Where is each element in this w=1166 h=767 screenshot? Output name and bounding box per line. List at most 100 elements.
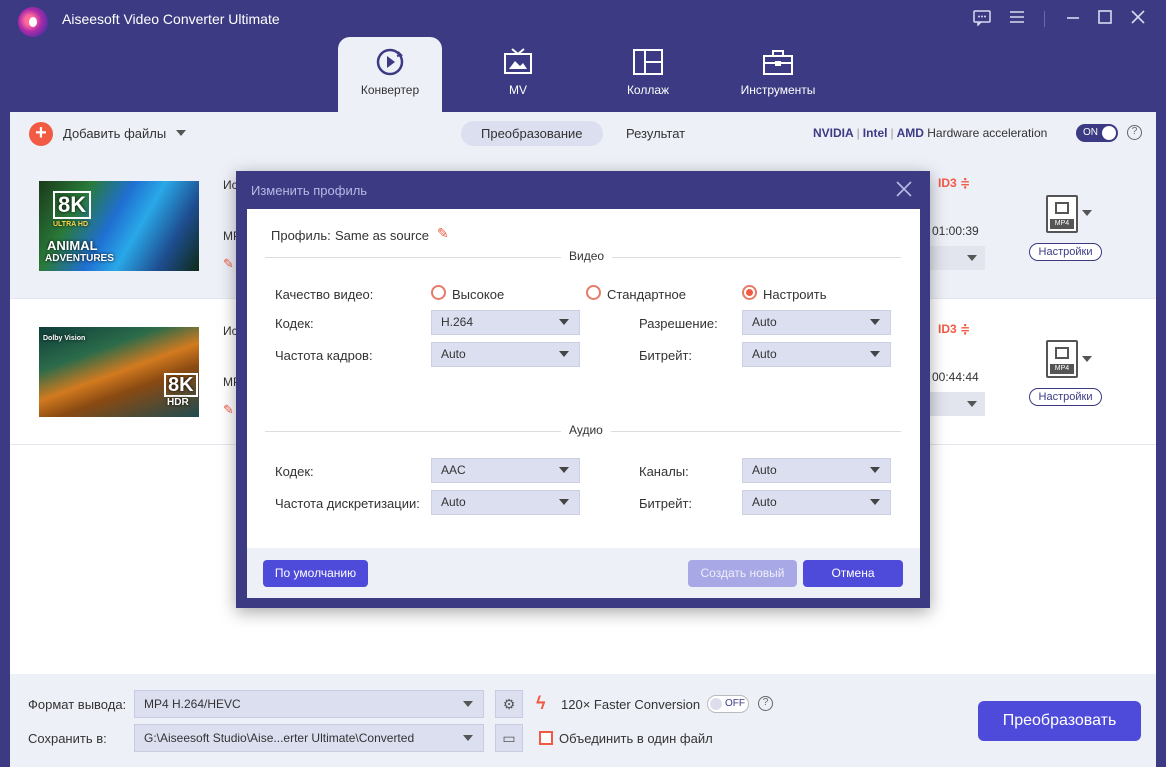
quality-custom-radio[interactable]	[742, 285, 757, 300]
resolution-select[interactable]: Auto	[742, 310, 891, 335]
convert-all-button[interactable]: Преобразовать	[978, 701, 1141, 741]
minimize-icon[interactable]	[1063, 10, 1083, 28]
chevron-down-icon	[870, 319, 880, 325]
output-format-value: MP4 H.264/HEVC	[144, 697, 241, 711]
toolbox-icon	[762, 47, 794, 77]
chevron-down-icon	[559, 319, 569, 325]
audio-bitrate-select[interactable]: Auto	[742, 490, 891, 515]
app-title: Aiseesoft Video Converter Ultimate	[62, 11, 280, 27]
save-path-value: G:\Aiseesoft Studio\Aise...erter Ultimat…	[144, 731, 415, 745]
video-bitrate-select[interactable]: Auto	[742, 342, 891, 367]
output-dropdown[interactable]	[930, 392, 985, 416]
quality-high-radio[interactable]	[431, 285, 446, 300]
quality-standard-radio[interactable]	[586, 285, 601, 300]
tab-label: Инструменты	[740, 83, 816, 97]
resolution-label: Разрешение:	[639, 316, 718, 331]
audio-section-divider: Аудио	[265, 423, 901, 439]
faster-conversion-toggle[interactable]: OFF	[707, 695, 749, 713]
faster-conversion-label: 120× Faster Conversion	[561, 697, 701, 712]
channels-select[interactable]: Auto	[742, 458, 891, 483]
profile-value: Same as source	[335, 228, 429, 243]
id3-icon[interactable]: ID3 ≑	[938, 176, 970, 190]
format-settings-icon[interactable]: ⚙	[495, 690, 523, 718]
help-icon[interactable]: ?	[1127, 125, 1142, 140]
hw-nvidia: NVIDIA	[813, 126, 854, 140]
samplerate-label: Частота дискретизации:	[275, 496, 420, 511]
edit-pencil-icon[interactable]: ✎	[437, 225, 449, 242]
tab-conversion[interactable]: Преобразование	[461, 121, 603, 146]
merge-label[interactable]: Объединить в один файл	[559, 731, 713, 746]
merge-checkbox[interactable]	[539, 731, 553, 745]
audio-codec-select[interactable]: AAC	[431, 458, 580, 483]
format-dropdown-icon[interactable]	[1082, 356, 1092, 362]
cancel-button[interactable]: Отмена	[803, 560, 903, 587]
chevron-down-icon	[559, 499, 569, 505]
audio-codec-label: Кодек:	[275, 464, 314, 479]
tab-label: MV	[509, 83, 527, 97]
thumb-text: ANIMAL	[47, 238, 98, 253]
tab-result[interactable]: Результат	[606, 121, 705, 146]
add-files-icon[interactable]: +	[29, 122, 53, 146]
tab-converter[interactable]: Конвертер	[338, 37, 442, 112]
hw-amd: AMD	[896, 126, 924, 140]
lightning-icon: ϟ	[536, 693, 546, 713]
quality-high-label[interactable]: Высокое	[452, 287, 504, 302]
format-tag: MP4	[1050, 219, 1074, 229]
quality-standard-label[interactable]: Стандартное	[607, 287, 686, 302]
tab-tools[interactable]: Инструменты	[726, 37, 830, 112]
hw-acceleration-toggle[interactable]: ON	[1076, 124, 1118, 142]
tab-collage[interactable]: Коллаж	[596, 37, 700, 112]
app-logo-icon	[18, 7, 48, 37]
tab-mv[interactable]: MV	[466, 37, 570, 112]
video-quality-label: Качество видео:	[275, 287, 374, 302]
framerate-select[interactable]: Auto	[431, 342, 580, 367]
thumb-text: HDR	[167, 397, 189, 408]
format-dropdown-icon[interactable]	[1082, 210, 1092, 216]
collage-icon	[632, 47, 664, 77]
hw-intel: Intel	[862, 126, 888, 140]
quality-custom-label[interactable]: Настроить	[763, 287, 827, 302]
audio-bitrate-label: Битрейт:	[639, 496, 693, 511]
add-files-button[interactable]: Добавить файлы	[63, 126, 166, 141]
menu-icon[interactable]	[1007, 10, 1027, 28]
maximize-icon[interactable]	[1095, 10, 1115, 28]
audio-codec-value: AAC	[441, 463, 466, 477]
chevron-down-icon	[463, 701, 473, 707]
output-format-select[interactable]: MP4 H.264/HEVC	[134, 690, 484, 718]
audio-bitrate-value: Auto	[752, 495, 777, 509]
video-bitrate-value: Auto	[752, 347, 777, 361]
video-thumbnail[interactable]: 8K ULTRA HD ANIMAL ADVENTURES	[39, 181, 199, 271]
mp4-format-icon[interactable]: MP4	[1046, 340, 1078, 378]
folder-icon[interactable]: ▭	[495, 724, 523, 752]
output-dropdown[interactable]	[930, 246, 985, 270]
dialog-footer: По умолчанию Создать новый Отмена	[247, 548, 920, 598]
hw-label: Hardware acceleration	[927, 126, 1048, 140]
tab-label: Конвертер	[360, 83, 420, 97]
video-thumbnail[interactable]: Dolby Vision 8K HDR	[39, 327, 199, 417]
title-separator	[1044, 11, 1045, 27]
mp4-format-icon[interactable]: MP4	[1046, 195, 1078, 233]
settings-button[interactable]: Настройки	[1029, 243, 1102, 261]
thumb-text: Dolby Vision	[43, 335, 86, 342]
default-button[interactable]: По умолчанию	[263, 560, 368, 587]
create-new-button[interactable]: Создать новый	[688, 560, 797, 587]
id3-icon[interactable]: ID3 ≑	[938, 322, 970, 336]
output-format-label: Формат вывода:	[28, 697, 127, 712]
feedback-icon[interactable]	[972, 10, 992, 28]
video-section-divider: Видео	[265, 249, 901, 265]
codec-label: Кодек:	[275, 316, 314, 331]
codec-select[interactable]: H.264	[431, 310, 580, 335]
channels-label: Каналы:	[639, 464, 689, 479]
pin-icon[interactable]: ✎	[223, 256, 237, 271]
add-files-dropdown-icon[interactable]	[176, 130, 186, 136]
settings-button[interactable]: Настройки	[1029, 388, 1102, 406]
save-path-select[interactable]: G:\Aiseesoft Studio\Aise...erter Ultimat…	[134, 724, 484, 752]
save-to-label: Сохранить в:	[28, 731, 107, 746]
close-icon[interactable]	[1128, 10, 1148, 28]
pin-icon[interactable]: ✎	[223, 402, 237, 417]
samplerate-select[interactable]: Auto	[431, 490, 580, 515]
dialog-close-icon[interactable]	[895, 181, 913, 199]
help-icon[interactable]: ?	[758, 696, 773, 711]
audio-section-title: Аудио	[561, 423, 611, 437]
title-bar: Aiseesoft Video Converter Ultimate Конве…	[0, 0, 1166, 112]
